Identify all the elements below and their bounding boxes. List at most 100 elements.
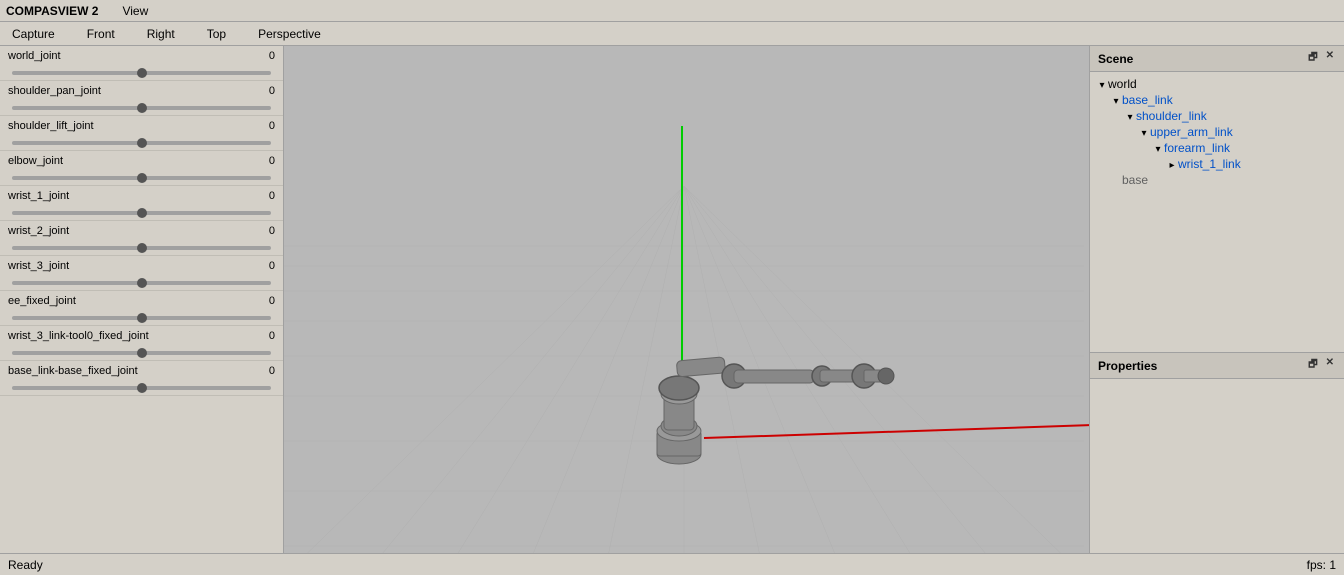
joint-slider-container (8, 204, 275, 218)
joint-header: wrist_3_joint 0 (8, 260, 275, 272)
joint-value: 0 (269, 120, 275, 132)
joint-slider-container (8, 239, 275, 253)
viewport[interactable] (284, 46, 1089, 553)
tree-arrow: ▾ (1152, 144, 1164, 155)
joint-name: wrist_2_joint (8, 225, 69, 237)
toolbar-right[interactable]: Right (141, 25, 181, 43)
joint-value: 0 (269, 225, 275, 237)
joint-slider[interactable] (12, 351, 271, 355)
joint-name: base_link-base_fixed_joint (8, 365, 138, 377)
title-bar: COMPASVIEW 2 View (0, 0, 1344, 22)
scene-close-btn[interactable]: ✕ (1324, 50, 1336, 67)
joint-slider[interactable] (12, 176, 271, 180)
joint-name: shoulder_lift_joint (8, 120, 94, 132)
robot-svg (284, 46, 1089, 553)
status-text: Ready (8, 558, 43, 572)
tree-label: wrist_1_link (1178, 157, 1241, 171)
joint-slider[interactable] (12, 211, 271, 215)
scene-tree[interactable]: ▾world▾base_link▾shoulder_link▾upper_arm… (1090, 72, 1344, 353)
joint-row: shoulder_pan_joint 0 (0, 81, 283, 116)
joint-slider[interactable] (12, 316, 271, 320)
joint-slider-container (8, 134, 275, 148)
tree-label: base_link (1122, 93, 1173, 107)
joint-header: ee_fixed_joint 0 (8, 295, 275, 307)
tree-arrow: ▾ (1096, 80, 1108, 91)
joint-header: shoulder_pan_joint 0 (8, 85, 275, 97)
joints-panel: world_joint 0 shoulder_pan_joint 0 shoul… (0, 46, 284, 553)
robot-arm (657, 357, 894, 464)
joint-row: wrist_1_joint 0 (0, 186, 283, 221)
joint-name: shoulder_pan_joint (8, 85, 101, 97)
tree-label: base (1122, 173, 1148, 187)
tree-arrow: ▾ (1138, 128, 1150, 139)
joint-row: base_link-base_fixed_joint 0 (0, 361, 283, 396)
joint-value: 0 (269, 365, 275, 377)
joint-row: wrist_3_joint 0 (0, 256, 283, 291)
joint-value: 0 (269, 330, 275, 342)
joint-row: elbow_joint 0 (0, 151, 283, 186)
joint-slider[interactable] (12, 281, 271, 285)
toolbar: Capture Front Right Top Perspective (0, 22, 1344, 46)
joint-header: base_link-base_fixed_joint 0 (8, 365, 275, 377)
joint-slider[interactable] (12, 246, 271, 250)
joint-name: wrist_1_joint (8, 190, 69, 202)
joint-slider-container (8, 99, 275, 113)
properties-panel-header: Properties 🗗 ✕ (1090, 353, 1344, 379)
menu-view[interactable]: View (118, 3, 152, 19)
properties-panel: Properties 🗗 ✕ (1090, 353, 1344, 553)
fps-value: 1 (1329, 558, 1336, 572)
joint-name: ee_fixed_joint (8, 295, 76, 307)
props-restore-btn[interactable]: 🗗 (1306, 357, 1319, 374)
fps-label: fps: (1307, 558, 1326, 572)
tree-item[interactable]: ▾shoulder_link (1090, 108, 1344, 124)
robot-container (284, 46, 1089, 553)
joint-slider-container (8, 274, 275, 288)
joint-slider-container (8, 379, 275, 393)
joint-row: ee_fixed_joint 0 (0, 291, 283, 326)
joint-header: wrist_1_joint 0 (8, 190, 275, 202)
joint-row: wrist_2_joint 0 (0, 221, 283, 256)
props-close-btn[interactable]: ✕ (1324, 357, 1336, 374)
tree-arrow: ▸ (1166, 160, 1178, 171)
joint-name: wrist_3_joint (8, 260, 69, 272)
toolbar-perspective[interactable]: Perspective (252, 25, 327, 43)
tree-item[interactable]: ▾base_link (1090, 92, 1344, 108)
fps-display: fps: 1 (1307, 558, 1336, 572)
joint-value: 0 (269, 155, 275, 167)
toolbar-capture[interactable]: Capture (6, 25, 61, 43)
scene-restore-btn[interactable]: 🗗 (1306, 50, 1319, 67)
joint-row: wrist_3_link-tool0_fixed_joint 0 (0, 326, 283, 361)
toolbar-top[interactable]: Top (201, 25, 232, 43)
status-bar: Ready fps: 1 (0, 553, 1344, 575)
right-panel: Scene 🗗 ✕ ▾world▾base_link▾shoulder_link… (1089, 46, 1344, 553)
joint-value: 0 (269, 190, 275, 202)
tree-label: upper_arm_link (1150, 125, 1233, 139)
tree-item[interactable]: ▾upper_arm_link (1090, 124, 1344, 140)
tree-label: world (1108, 77, 1137, 91)
main-area: world_joint 0 shoulder_pan_joint 0 shoul… (0, 46, 1344, 553)
properties-title: Properties (1098, 359, 1157, 373)
tree-label: forearm_link (1164, 141, 1230, 155)
tree-arrow: ▾ (1110, 96, 1122, 107)
scene-panel: Scene 🗗 ✕ ▾world▾base_link▾shoulder_link… (1090, 46, 1344, 353)
joint-header: shoulder_lift_joint 0 (8, 120, 275, 132)
scene-header-buttons: 🗗 ✕ (1306, 50, 1336, 67)
joint-slider-container (8, 344, 275, 358)
joint-slider[interactable] (12, 106, 271, 110)
tree-item[interactable]: ▾world (1090, 76, 1344, 92)
joint-header: wrist_3_link-tool0_fixed_joint 0 (8, 330, 275, 342)
tree-label: shoulder_link (1136, 109, 1207, 123)
joint-slider[interactable] (12, 386, 271, 390)
joint-header: elbow_joint 0 (8, 155, 275, 167)
tree-item[interactable]: ▸wrist_1_link (1090, 156, 1344, 172)
joint-value: 0 (269, 295, 275, 307)
tree-item[interactable]: ▾forearm_link (1090, 140, 1344, 156)
scene-panel-header: Scene 🗗 ✕ (1090, 46, 1344, 72)
tree-item[interactable]: base (1090, 172, 1344, 188)
joint-slider[interactable] (12, 71, 271, 75)
joint-row: shoulder_lift_joint 0 (0, 116, 283, 151)
joint-name: wrist_3_link-tool0_fixed_joint (8, 330, 149, 342)
joint-name: world_joint (8, 50, 61, 62)
toolbar-front[interactable]: Front (81, 25, 121, 43)
joint-slider[interactable] (12, 141, 271, 145)
